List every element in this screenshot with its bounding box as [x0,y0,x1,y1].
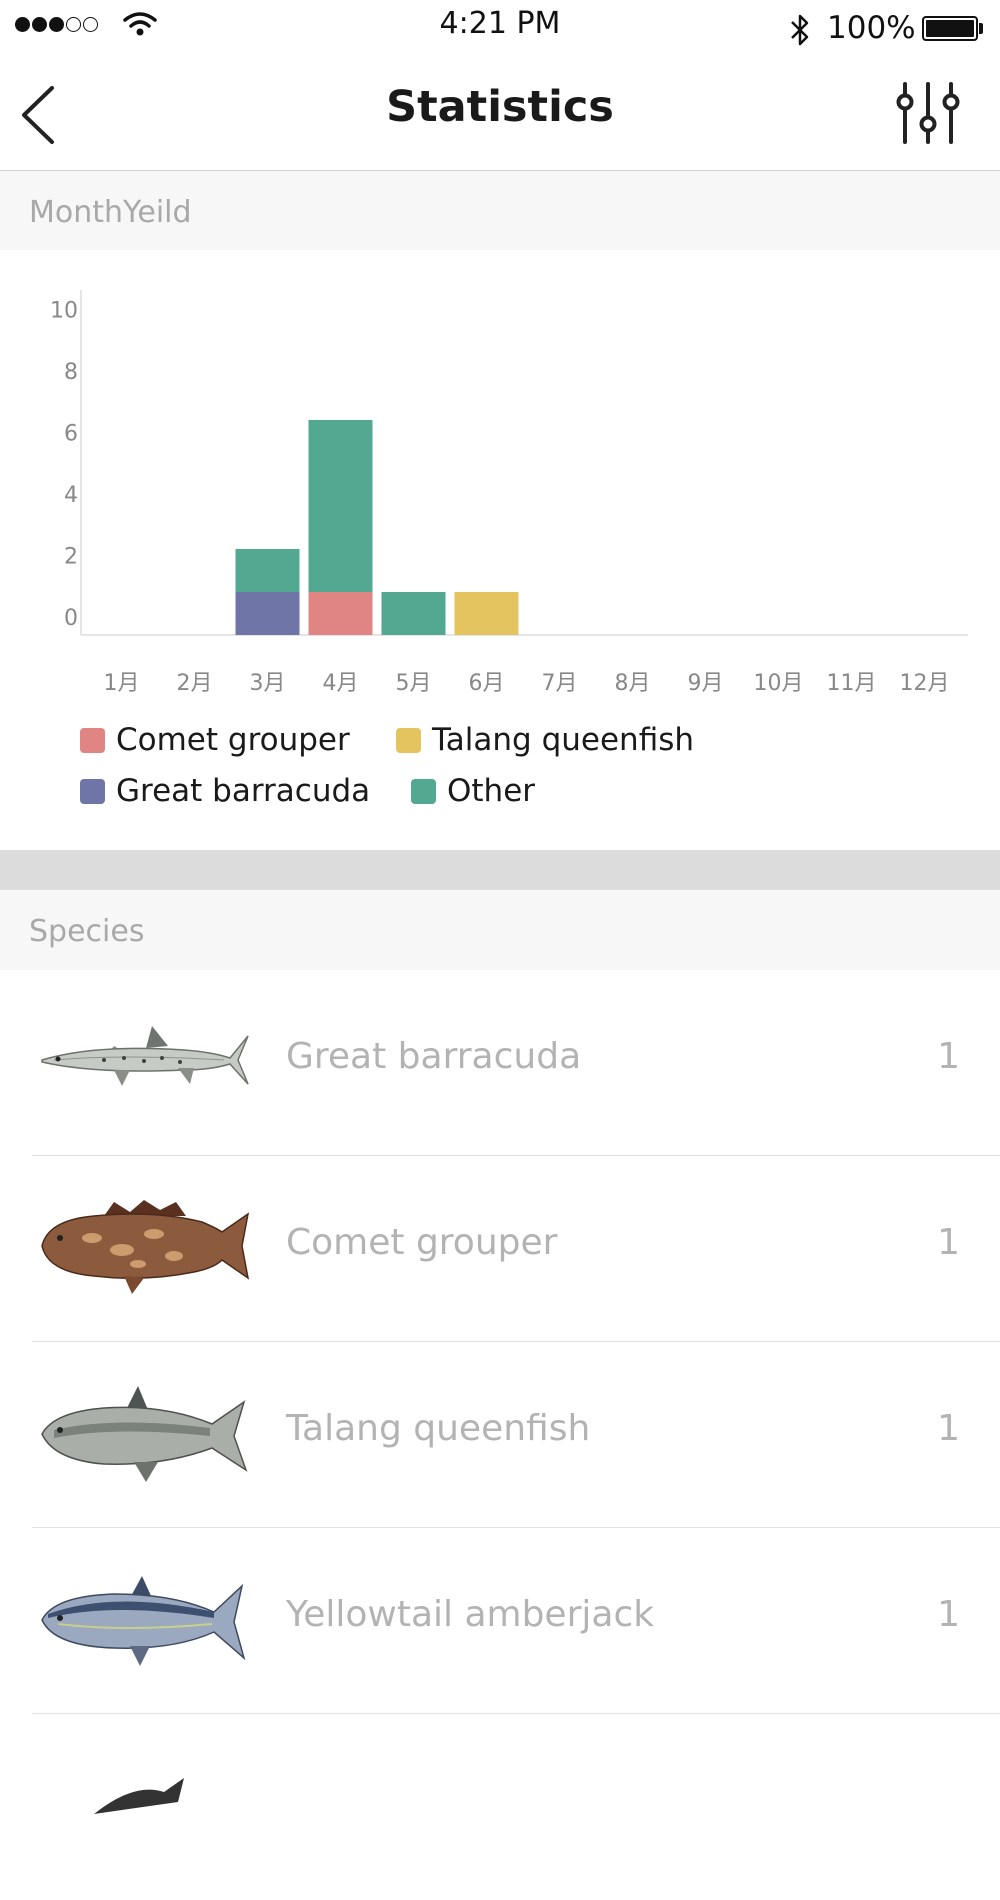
species-name: Comet grouper [286,1222,558,1263]
y-tick-label: 10 [50,299,78,324]
species-header: Species [0,890,1000,970]
battery-icon [922,16,978,41]
x-tick-label: 1月 [104,671,140,696]
bar-other-5[interactable] [381,592,446,635]
legend-label: Talang queenfish [432,722,695,758]
y-tick-label: 8 [64,360,78,385]
x-tick-label: 8月 [615,671,651,696]
species-name: Yellowtail amberjack [286,1594,655,1635]
list-item[interactable]: Yellowtail amberjack 1 [0,1528,1000,1714]
list-item[interactable] [0,1714,1000,1900]
species-count: 1 [937,1594,960,1635]
x-tick-label: 4月 [323,671,359,696]
y-tick-label: 4 [64,483,78,508]
amberjack-image [41,1576,246,1666]
legend-item-great-barracuda[interactable]: Great barracuda [80,771,370,811]
y-tick-label: 2 [64,545,78,570]
battery-percentage: 100% [827,10,916,46]
x-tick-label: 11月 [827,671,877,696]
bar-other-4[interactable] [308,420,373,592]
legend-item-other[interactable]: Other [411,771,535,811]
legend-item-talang-queenfish[interactable]: Talang queenfish [396,720,694,760]
species-title: Species [29,914,145,949]
section-divider [0,850,1000,890]
species-count: 1 [937,1408,960,1449]
bluetooth-icon [791,14,809,46]
status-bar: 4:21 PM 100% [0,0,1000,52]
list-item[interactable]: Great barracuda 1 [0,970,1000,1156]
species-name: Great barracuda [286,1036,582,1077]
fish-image [94,1778,184,1814]
x-tick-label: 10月 [754,671,804,696]
legend-swatch [80,778,105,804]
species-count: 1 [937,1036,960,1077]
x-tick-label: 9月 [688,671,724,696]
legend-label: Comet grouper [116,722,350,758]
species-count: 1 [937,1222,960,1263]
bar-talang-queenfish-6[interactable] [454,592,519,635]
filter-button[interactable] [893,78,963,148]
x-tick-label: 7月 [542,671,578,696]
y-tick-label: 0 [64,606,78,631]
legend-swatch [80,727,105,753]
bar-other-3[interactable] [235,549,300,592]
legend-swatch [411,778,436,804]
bar-comet-grouper-4[interactable] [308,592,373,635]
sliders-icon [896,82,960,144]
bar-chart: 0 2 4 6 8 10 1月 2月 3月 4月 5月 6月 7月 8月 9月 10月 11月 12月 [50,290,968,696]
battery-tip [979,23,983,34]
queenfish-image [41,1386,248,1482]
month-yield-header: MonthYeild [0,171,1000,250]
bar-great-barracuda-3[interactable] [235,592,300,635]
list-item[interactable]: Comet grouper 1 [0,1156,1000,1342]
legend-item-comet-grouper[interactable]: Comet grouper [80,720,350,760]
x-tick-label: 3月 [250,671,286,696]
page-title: Statistics [386,82,614,132]
month-yield-chart: 0 2 4 6 8 10 1月 2月 3月 4月 5月 6月 7月 8月 9月 10月 11月 12月 Come… [0,250,1000,850]
list-item[interactable]: Talang queenfish 1 [0,1342,1000,1528]
x-tick-label: 6月 [469,671,505,696]
species-name: Talang queenfish [286,1408,591,1449]
legend-label: Other [447,773,536,809]
navigation-bar: Statistics [0,52,1000,171]
barracuda-image [41,1026,249,1086]
x-tick-label: 12月 [900,671,950,696]
month-yield-title: MonthYeild [29,195,192,230]
legend-label: Great barracuda [116,773,371,809]
x-tick-label: 5月 [396,671,432,696]
y-tick-label: 6 [64,422,78,447]
grouper-image [41,1200,249,1294]
x-tick-label: 2月 [177,671,213,696]
legend-swatch [396,727,421,753]
